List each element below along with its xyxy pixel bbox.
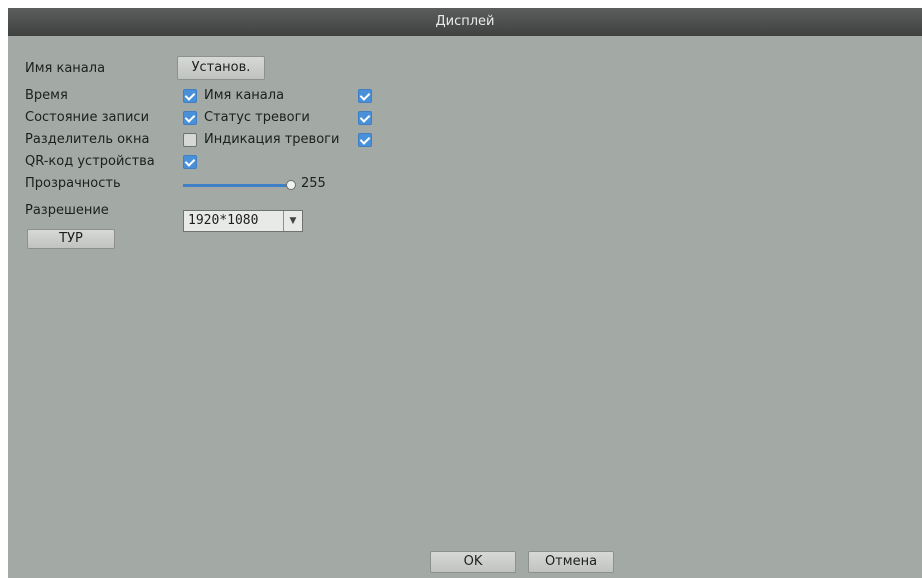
resolution-value: 1920*1080: [188, 213, 259, 228]
tour-button[interactable]: ТУР: [27, 229, 115, 249]
alarm-indication-label: Индикация тревоги: [204, 132, 340, 147]
window-title: Дисплей: [8, 8, 922, 36]
ok-button[interactable]: OK: [430, 551, 516, 573]
window-divider-label: Разделитель окна: [25, 132, 150, 147]
channel-name-set-button[interactable]: Установ.: [177, 56, 265, 80]
device-qr-checkbox[interactable]: [183, 155, 197, 169]
resolution-select[interactable]: 1920*1080 ▼: [183, 210, 303, 232]
window-divider-checkbox[interactable]: [183, 133, 197, 147]
transparency-slider-handle[interactable]: [286, 180, 296, 190]
chevron-down-icon[interactable]: ▼: [283, 211, 302, 231]
resolution-label: Разрешение: [25, 203, 109, 218]
time-checkbox[interactable]: [183, 89, 197, 103]
transparency-label: Прозрачность: [25, 176, 121, 191]
record-state-label: Состояние записи: [25, 110, 150, 125]
cancel-button[interactable]: Отмена: [528, 551, 614, 573]
record-state-checkbox[interactable]: [183, 111, 197, 125]
transparency-value: 255: [301, 176, 326, 191]
channel-name-label: Имя канала: [25, 61, 106, 76]
show-channel-name-checkbox[interactable]: [358, 89, 372, 103]
alarm-indication-checkbox[interactable]: [358, 133, 372, 147]
time-label: Время: [25, 88, 68, 103]
alarm-status-label: Статус тревоги: [204, 110, 310, 125]
device-qr-label: QR-код устройства: [25, 154, 155, 169]
alarm-status-checkbox[interactable]: [358, 111, 372, 125]
display-settings-window: Дисплей Имя канала Установ. Время Имя ка…: [8, 8, 922, 578]
transparency-slider-track[interactable]: [183, 184, 289, 187]
show-channel-name-label: Имя канала: [204, 88, 285, 103]
